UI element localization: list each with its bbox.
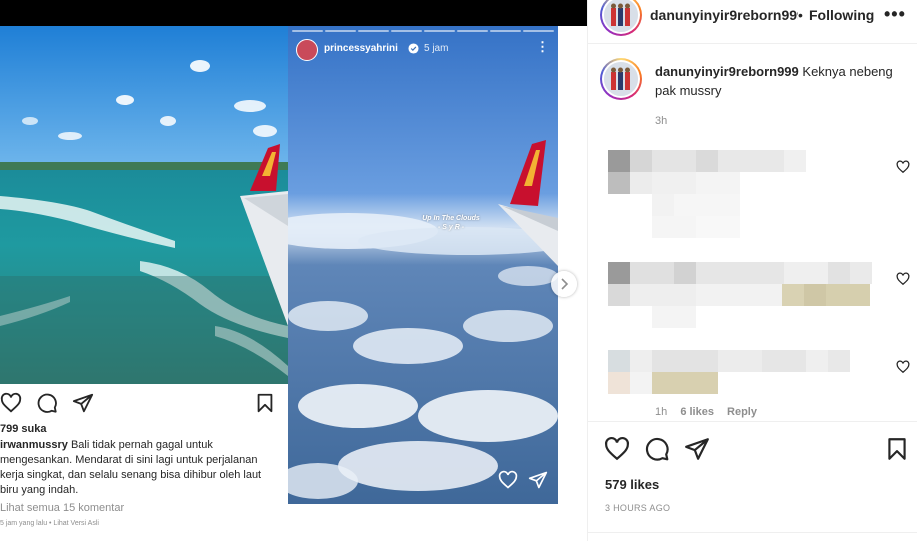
heart-icon [498,470,518,489]
heart-icon[interactable] [896,272,910,286]
comment-item [604,260,910,340]
verified-icon [408,43,419,54]
share-icon [72,393,94,413]
media-top-bar [0,0,587,26]
header-separator: • [798,7,803,23]
bookmark-icon[interactable] [884,436,910,462]
caption-username[interactable]: danunyinyir9reborn999 [655,64,799,79]
header-username[interactable]: danunyinyir9reborn999 [650,7,798,23]
progress-segment [457,30,488,32]
chevron-right-icon [561,278,569,290]
story-avatar [296,39,318,61]
comment-likes[interactable]: 6 likes [680,406,714,418]
bottom-divider [588,532,917,533]
embedded-view-comments: Lihat semua 15 komentar [0,502,125,514]
story-progress-bar [292,30,554,33]
story-more-icon: ⋮ [536,39,549,54]
avatar[interactable] [600,58,642,100]
progress-segment [424,30,455,32]
blurred-avatar [608,350,630,372]
embedded-post-actions [0,392,288,416]
avatar[interactable] [600,0,642,36]
likes-count[interactable]: 579 likes [605,477,659,492]
progress-segment [292,30,323,32]
comment-icon [37,393,57,413]
post-media: 799 suka irwanmussry Bali tidak pernah g… [0,0,587,541]
comment-time: 1h [655,406,668,418]
comments-list [588,148,917,420]
clouds-photo [288,26,558,504]
header-divider [588,43,917,44]
heart-icon [0,392,22,413]
embedded-post-caption: irwanmussry Bali tidak pernah gagal untu… [0,438,282,498]
reply-button[interactable]: Reply [727,406,757,418]
following-button[interactable]: Following [809,7,874,23]
share-icon [528,471,548,489]
blurred-avatar [608,150,630,172]
aerial-sea-photo [0,26,288,384]
comment-icon[interactable] [644,436,670,462]
post-header: danunyinyir9reborn999 • Following ••• [588,0,917,38]
progress-segment [523,30,554,32]
comment-meta: 1h 6 likes Reply [655,406,767,418]
post-time: 3 HOURS AGO [605,503,671,513]
heart-icon[interactable] [896,360,910,374]
actions-divider [588,421,917,422]
progress-segment [490,30,521,32]
carousel-next-button[interactable] [551,271,577,297]
story-username: princessyahrini [324,43,398,54]
heart-icon[interactable] [604,436,630,462]
sticker-line-1: Up In The Clouds [422,215,480,222]
blurred-avatar [608,262,630,284]
embedded-caption-user: irwanmussry [0,439,68,451]
post-actions [588,436,917,462]
sticker-line-2: - S y R - [437,224,465,231]
heart-icon[interactable] [896,160,910,174]
blurred-avatar [608,172,630,194]
story-time: 5 jam [424,43,449,54]
progress-segment [325,30,356,32]
post-side-panel: danunyinyir9reborn999 • Following ••• da… [587,0,917,541]
more-options-icon[interactable]: ••• [884,4,906,25]
embedded-post-screenshot: 799 suka irwanmussry Bali tidak pernah g… [0,26,288,541]
share-icon[interactable] [684,436,710,462]
caption-time: 3h [655,115,668,127]
embedded-post-photo [0,26,288,384]
avatar-image [604,62,638,96]
progress-segment [358,30,389,32]
story-text-sticker: Up In The Clouds - S y R - [416,214,486,232]
progress-segment [391,30,422,32]
comment-item [604,148,910,248]
embedded-story-screenshot: princessyahrini 5 jam ⋮ Up In The Clouds… [288,26,558,504]
bookmark-icon [257,393,273,413]
embedded-post-meta: 5 jam yang lalu • Lihat Versi Asli [0,520,99,527]
embedded-post-likes: 799 suka [0,423,47,435]
caption-text: danunyinyir9reborn999 Keknya nebeng pak … [655,62,905,100]
